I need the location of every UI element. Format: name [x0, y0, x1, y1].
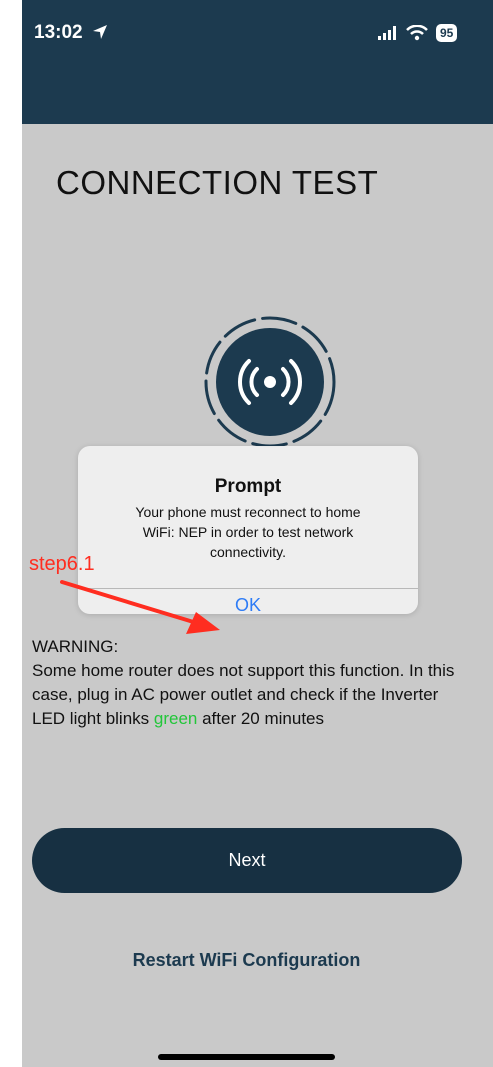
restart-wifi-link[interactable]: Restart WiFi Configuration	[0, 950, 493, 971]
annotation-arrow-icon	[60, 580, 220, 634]
dialog-message: Your phone must reconnect to home WiFi: …	[135, 504, 361, 560]
cellular-signal-icon	[378, 26, 396, 40]
warning-text: WARNING: Some home router does not suppo…	[32, 635, 462, 731]
warning-heading: WARNING:	[32, 637, 119, 656]
wifi-signal-icon	[204, 316, 336, 448]
step-annotation: step6.1	[29, 553, 95, 575]
status-bar	[22, 0, 493, 124]
next-button[interactable]: Next	[32, 828, 462, 893]
dialog-title: Prompt	[214, 476, 282, 497]
home-indicator	[158, 1054, 335, 1060]
warning-highlight: green	[153, 709, 198, 728]
page-title: CONNECTION TEST	[56, 164, 379, 201]
battery-indicator: 95	[436, 24, 458, 42]
warning-tail: after 20 minutes	[197, 709, 324, 728]
status-time: 13:02	[34, 22, 83, 43]
location-arrow-icon	[93, 25, 107, 39]
ok-button-label: OK	[234, 595, 261, 615]
wifi-status-icon	[406, 25, 428, 41]
